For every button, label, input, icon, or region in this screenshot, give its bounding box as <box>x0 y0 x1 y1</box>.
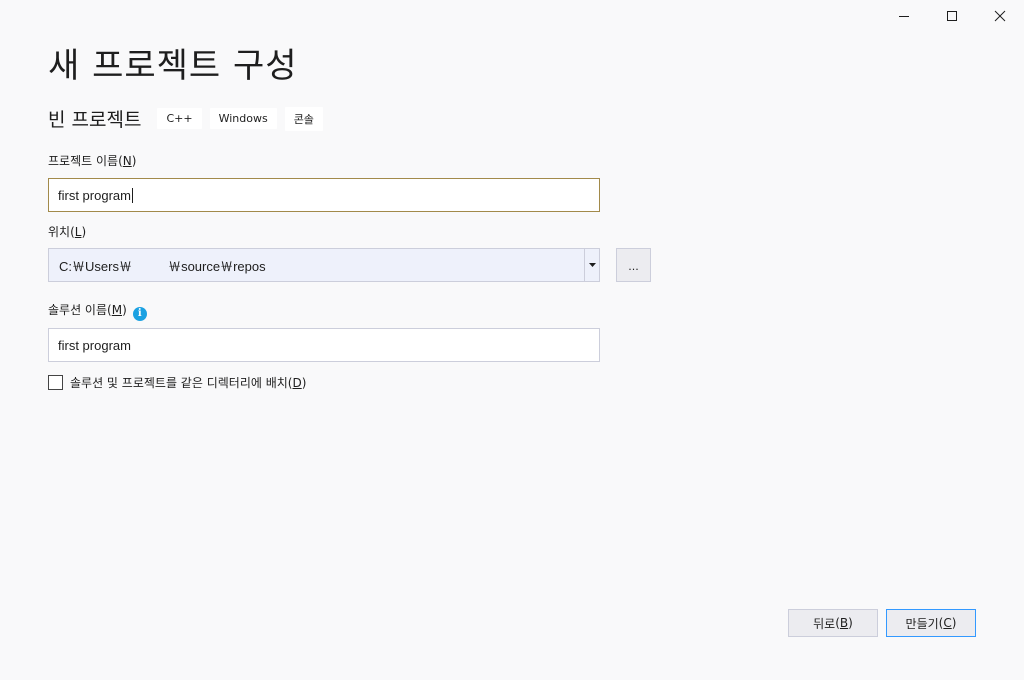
same-directory-label[interactable]: 솔루션 및 프로젝트를 같은 디렉터리에 배치(D) <box>70 374 306 391</box>
dropdown-arrow[interactable] <box>584 249 599 281</box>
project-name-label: 프로젝트 이름(N) <box>48 154 137 168</box>
window-controls <box>880 0 1024 32</box>
same-directory-checkbox[interactable] <box>48 375 63 390</box>
back-button[interactable]: 뒤로(B) <box>788 609 878 637</box>
solution-name-input[interactable]: first program <box>48 328 600 362</box>
project-name-value: first program <box>58 187 131 203</box>
create-button[interactable]: 만들기(C) <box>886 609 976 637</box>
tag-platform: Windows <box>209 108 277 129</box>
solution-name-accel: M <box>111 303 123 317</box>
tag-project-type: 콘솔 <box>284 106 323 131</box>
maximize-button[interactable] <box>928 0 976 32</box>
solution-name-label-text: 솔루션 이름 <box>48 303 108 317</box>
project-name-input[interactable]: first program <box>48 178 600 212</box>
solution-name-label: 솔루션 이름(M) i <box>48 301 147 321</box>
create-accel: C <box>943 616 952 630</box>
location-label: 위치(L) <box>48 225 87 239</box>
location-label-text: 위치 <box>48 225 71 239</box>
same-directory-accel: D <box>292 376 302 390</box>
location-combobox[interactable]: C:￦Users￦ ￦source￦repos <box>48 248 600 282</box>
location-accel: L <box>74 225 82 239</box>
minimize-button[interactable] <box>880 0 928 32</box>
page-title: 새 프로젝트 구성 <box>48 46 298 86</box>
browse-button[interactable]: ... <box>616 248 651 282</box>
solution-name-value: first program <box>58 337 131 353</box>
close-button[interactable] <box>976 0 1024 32</box>
back-accel: B <box>839 616 849 630</box>
project-name-label-text: 프로젝트 이름 <box>48 154 119 168</box>
chevron-down-icon <box>588 263 596 267</box>
project-name-accel: N <box>122 154 132 168</box>
text-caret <box>131 187 133 203</box>
close-icon <box>994 10 1006 22</box>
create-button-label: 만들기 <box>905 616 939 631</box>
back-button-label: 뒤로 <box>813 616 836 631</box>
same-directory-option[interactable]: 솔루션 및 프로젝트를 같은 디렉터리에 배치(D) <box>48 374 306 391</box>
info-icon[interactable]: i <box>132 307 147 321</box>
tag-language: C++ <box>157 108 202 129</box>
template-name: 빈 프로젝트 <box>48 109 142 131</box>
same-directory-label-text: 솔루션 및 프로젝트를 같은 디렉터리에 배치 <box>70 376 288 390</box>
minimize-icon <box>899 16 909 17</box>
maximize-icon <box>947 11 957 21</box>
location-value: C:￦Users￦ ￦source￦repos <box>59 258 266 274</box>
template-info: 빈 프로젝트 C++ Windows 콘솔 <box>48 105 331 132</box>
